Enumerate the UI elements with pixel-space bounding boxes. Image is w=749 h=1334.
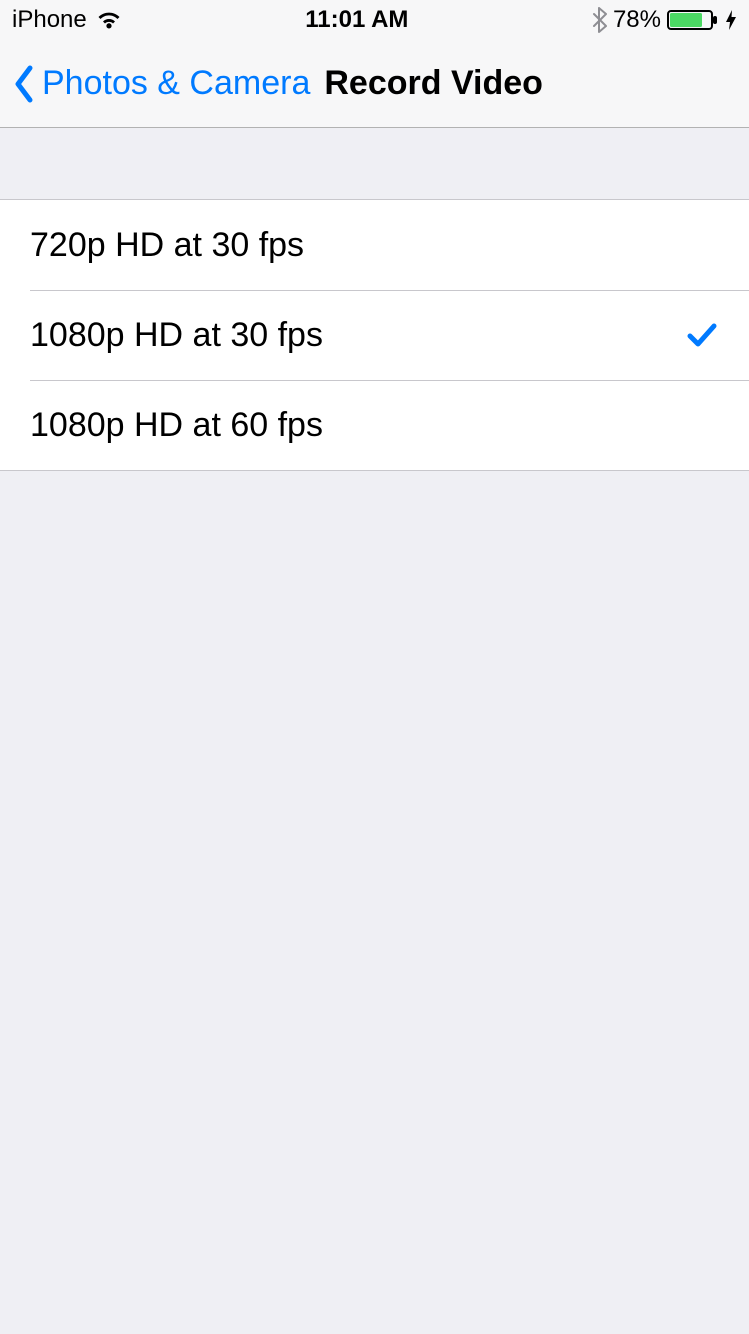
carrier-label: iPhone [12, 6, 87, 34]
page-title: Record Video [324, 64, 543, 103]
status-right: 78% [591, 6, 737, 34]
status-bar: iPhone 11:01 AM 78% [0, 0, 749, 40]
option-label: 1080p HD at 60 fps [30, 406, 323, 445]
section-spacer [0, 128, 749, 199]
navigation-bar: Photos & Camera Record Video [0, 40, 749, 128]
option-1080p-60[interactable]: 1080p HD at 60 fps [0, 380, 749, 470]
status-time: 11:01 AM [305, 6, 408, 34]
option-1080p-30[interactable]: 1080p HD at 30 fps [0, 290, 749, 380]
content-area: 720p HD at 30 fps 1080p HD at 30 fps 108… [0, 128, 749, 471]
battery-percent: 78% [613, 6, 661, 34]
checkmark-icon [685, 318, 719, 352]
chevron-left-icon [12, 64, 36, 104]
options-list: 720p HD at 30 fps 1080p HD at 30 fps 108… [0, 199, 749, 471]
wifi-icon [95, 9, 123, 31]
status-left: iPhone [12, 6, 123, 34]
battery-icon [667, 9, 719, 31]
back-button[interactable]: Photos & Camera [12, 64, 310, 104]
option-720p-30[interactable]: 720p HD at 30 fps [0, 200, 749, 290]
charging-icon [725, 9, 737, 31]
bluetooth-icon [591, 7, 607, 33]
option-label: 1080p HD at 30 fps [30, 316, 323, 355]
back-label: Photos & Camera [42, 64, 310, 103]
option-label: 720p HD at 30 fps [30, 226, 304, 265]
